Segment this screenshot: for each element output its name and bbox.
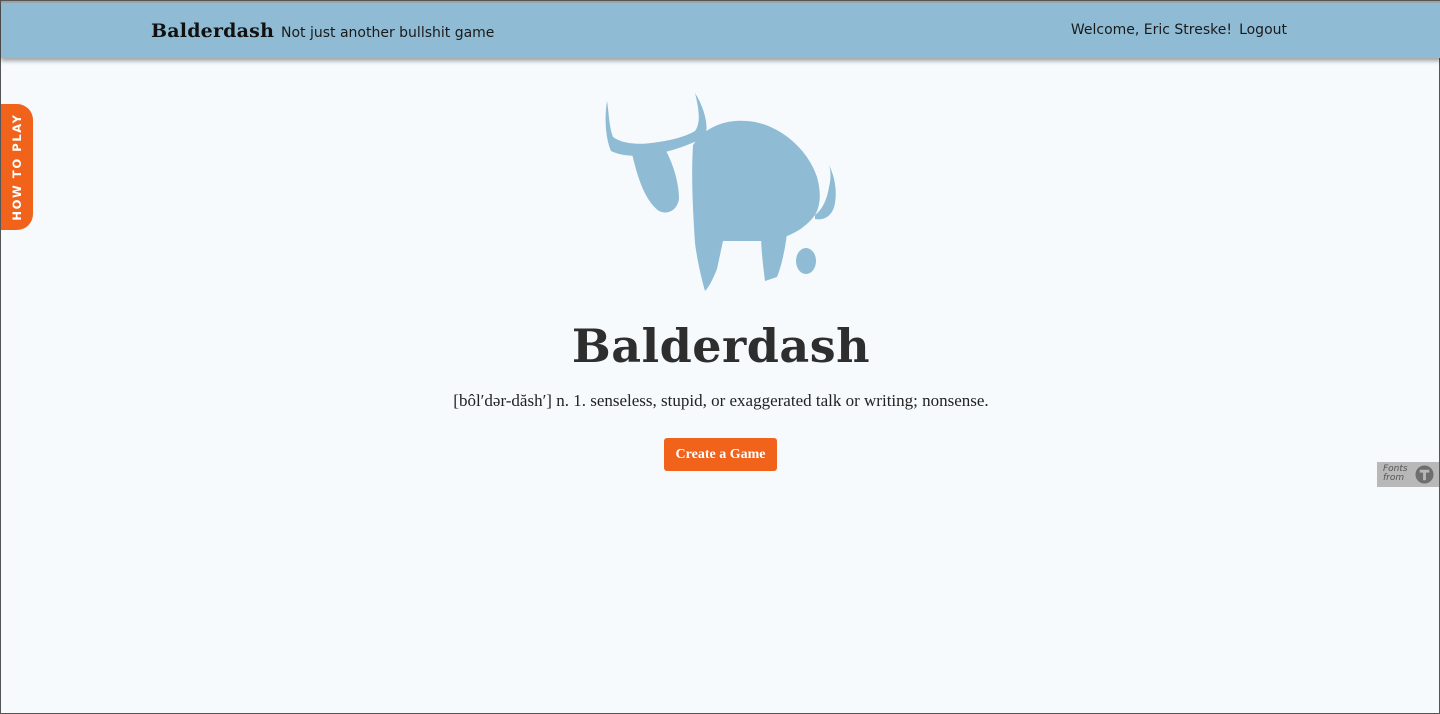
tagline: Not just another bullshit game <box>281 25 495 41</box>
bull-logo-icon <box>605 93 836 291</box>
fonts-badge[interactable]: Fonts from <box>1377 462 1439 487</box>
fonts-badge-label: Fonts from <box>1383 464 1408 483</box>
welcome-text: Welcome, Eric Streske! <box>1070 22 1232 38</box>
brand-link[interactable]: Balderdash <box>151 20 274 42</box>
hero-title: Balderdash <box>571 319 871 373</box>
hero-definition: [bôl′dər-dăsh′] n. 1. senseless, stupid,… <box>453 391 989 410</box>
how-to-play-tab[interactable]: HOW TO PLAY <box>1 104 33 230</box>
how-to-play-label: HOW TO PLAY <box>10 113 24 221</box>
logout-link[interactable]: Logout <box>1239 22 1287 38</box>
typekit-icon <box>1415 465 1434 484</box>
create-game-button[interactable]: Create a Game <box>664 438 777 471</box>
navbar: Balderdash Not just another bullshit gam… <box>1 1 1440 58</box>
